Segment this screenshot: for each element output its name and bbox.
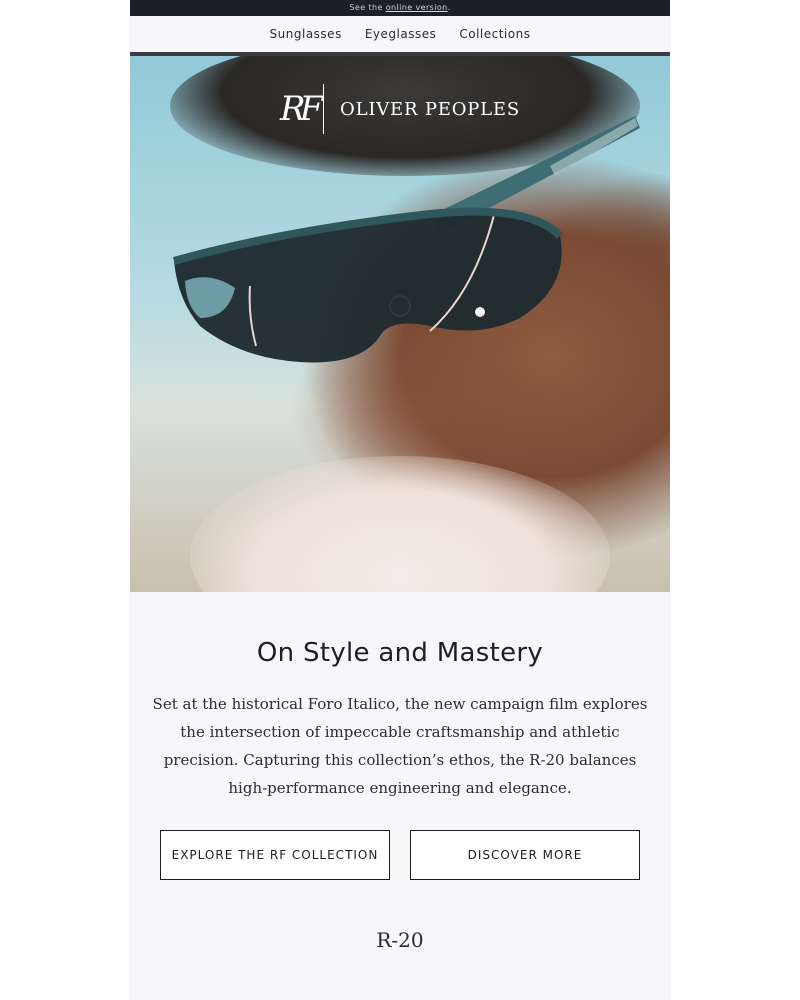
sunglasses-illustration — [172, 116, 640, 363]
product-name: R-20 — [376, 928, 424, 952]
rf-oliver-peoples-logo: RF OLIVER PEOPLES — [280, 82, 520, 136]
brand-name: OLIVER PEOPLES — [340, 98, 520, 120]
rf-logo-mark: RF — [280, 89, 323, 129]
online-version-bar: See the online version. — [130, 0, 670, 16]
email-container: See the online version. Sunglasses Eyegl… — [130, 0, 670, 1000]
main-nav: Sunglasses Eyeglasses Collections — [130, 16, 670, 56]
logo-divider — [323, 84, 325, 134]
nav-item-eyeglasses[interactable]: Eyeglasses — [365, 27, 437, 41]
cta-group: EXPLORE THE RF COLLECTION DISCOVER MORE — [160, 830, 640, 880]
nav-item-sunglasses[interactable]: Sunglasses — [270, 27, 342, 41]
explore-rf-collection-button[interactable]: EXPLORE THE RF COLLECTION — [160, 830, 390, 880]
story-section: On Style and Mastery Set at the historic… — [130, 592, 670, 952]
discover-more-button[interactable]: DISCOVER MORE — [410, 830, 640, 880]
online-version-prefix: See the — [349, 3, 386, 12]
hero-image[interactable]: RF OLIVER PEOPLES — [130, 56, 670, 592]
nav-item-collections[interactable]: Collections — [459, 27, 530, 41]
section-title: On Style and Mastery — [256, 638, 544, 668]
online-version-link[interactable]: online version — [386, 3, 448, 12]
section-body: Set at the historical Foro Italico, the … — [152, 695, 648, 797]
online-version-suffix: . — [447, 3, 451, 12]
